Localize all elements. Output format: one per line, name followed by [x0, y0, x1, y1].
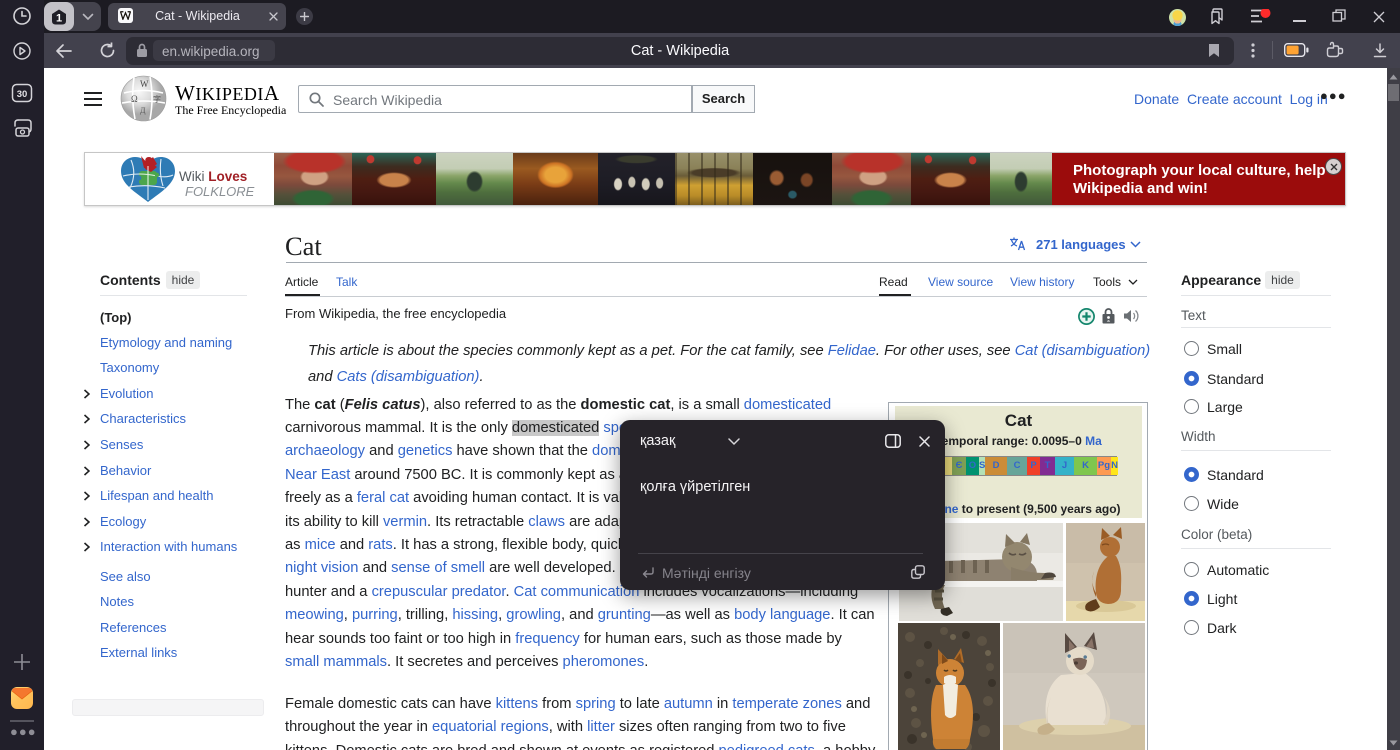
svg-text:Ω: Ω	[131, 94, 138, 104]
svg-text:30: 30	[17, 89, 28, 100]
svg-text:Д: Д	[140, 106, 146, 115]
svg-text:W: W	[140, 79, 149, 89]
svg-text:1: 1	[56, 13, 62, 25]
svg-text:字: 字	[153, 94, 161, 104]
